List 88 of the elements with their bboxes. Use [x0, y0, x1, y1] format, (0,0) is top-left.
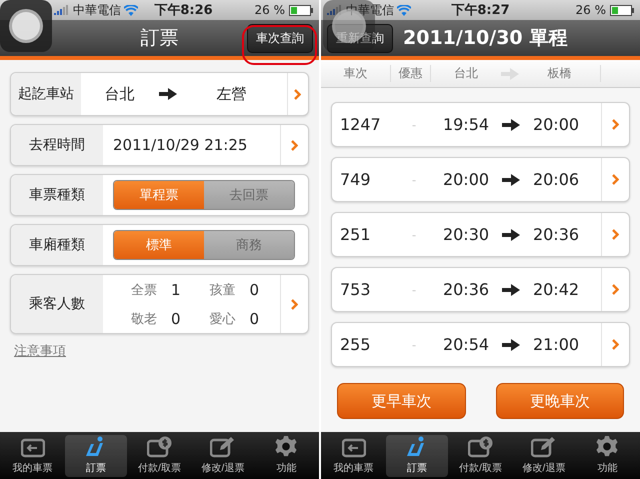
destination-station: 左營: [216, 84, 248, 104]
battery-icon: [610, 4, 634, 16]
arrival-time: 20:00: [532, 115, 580, 134]
assistive-touch-icon[interactable]: [0, 0, 52, 52]
tab-bar-item[interactable]: 付款/取票: [128, 435, 190, 477]
train-card[interactable]: 753 - 20:36 20:42: [331, 267, 630, 312]
arrow-icon: [502, 338, 520, 350]
carrier-name: 中華電信: [73, 2, 121, 18]
carrier-name: 中華電信: [346, 2, 394, 18]
train-number: 753: [339, 280, 372, 299]
screen-title: 訂票: [140, 26, 178, 51]
train-number: 1247: [339, 115, 382, 134]
tab-bar-item[interactable]: 修改/退票: [513, 435, 575, 477]
arrival-time: 20:42: [532, 280, 580, 299]
column-heading: 車次: [321, 65, 391, 82]
ticket-icon: [342, 438, 366, 458]
payment-icon: [468, 436, 494, 458]
tab-bar-item[interactable]: 訂票: [386, 435, 448, 477]
battery-level: 26 %: [254, 3, 285, 17]
search-again-button[interactable]: 重新查詢: [327, 24, 393, 52]
column-heading: 優惠: [391, 65, 431, 82]
discount-value: -: [410, 228, 418, 242]
passenger-type: 全票: [131, 282, 157, 298]
arrow-icon: [502, 228, 520, 240]
field-label: 乘客人數: [11, 275, 103, 333]
discount-value: -: [410, 172, 418, 186]
payment-icon: [146, 436, 173, 458]
battery-level: 26 %: [576, 3, 606, 17]
arrow-icon: [502, 174, 520, 186]
passenger-count: 0: [250, 310, 260, 328]
departure-time: 20:54: [442, 335, 490, 354]
train-card[interactable]: 255 - 20:54 21:00: [331, 322, 630, 367]
passenger-type: 敬老: [131, 310, 157, 328]
origin-station: 台北: [104, 84, 136, 104]
departure-time: 20:00: [442, 170, 490, 189]
arrival-time: 21:00: [532, 335, 580, 354]
notes-link[interactable]: 注意事項: [14, 342, 66, 360]
arrow-icon: [502, 118, 520, 130]
tab-bar-item[interactable]: 功能: [256, 435, 318, 477]
column-heading: 板橋: [519, 65, 601, 82]
tab-bar-item[interactable]: 訂票: [65, 435, 127, 477]
settings-icon: [274, 435, 298, 458]
train-number: 255: [339, 335, 372, 354]
tab-bar-item[interactable]: 我的車票: [323, 435, 384, 477]
tab-bar-item[interactable]: 我的車票: [2, 435, 64, 477]
train-number: 251: [339, 225, 372, 244]
departure-time: 2011/10/29 21:25: [113, 136, 248, 154]
field-label: 車廂種類: [11, 225, 103, 265]
departure-time: 20:36: [442, 280, 490, 299]
settings-icon: [595, 435, 620, 458]
battery-icon: [289, 4, 313, 16]
arrow-icon: [502, 284, 520, 296]
train-card[interactable]: 251 - 20:30 20:36: [331, 212, 630, 257]
discount-value: -: [410, 282, 418, 296]
train-search-button[interactable]: 車次查詢: [247, 24, 313, 52]
discount-value: -: [410, 338, 418, 352]
tab-bar-item[interactable]: 功能: [576, 435, 638, 477]
column-heading: 台北: [453, 65, 479, 82]
ticket-icon: [20, 438, 45, 458]
passenger-count: 0: [171, 310, 181, 328]
arrival-time: 20:06: [532, 170, 580, 189]
passenger-type: 孩童: [210, 282, 236, 298]
tab-bar-item[interactable]: 付款/取票: [450, 435, 512, 477]
wifi-icon: [397, 4, 411, 16]
clock: 下午8:26: [154, 2, 213, 19]
field-label: 去程時間: [11, 125, 103, 165]
train-card[interactable]: 1247 - 19:54 20:00: [331, 102, 630, 147]
signal-icon: [54, 5, 70, 15]
screen-title: 2011/10/30 單程: [403, 26, 568, 51]
passenger-type: 愛心: [210, 310, 236, 328]
field-label: 起訖車站: [11, 73, 81, 115]
departure-time: 19:54: [442, 115, 490, 134]
discount-value: -: [410, 118, 418, 132]
departure-time: 20:30: [442, 225, 490, 244]
edit-icon: [210, 436, 236, 458]
wifi-icon: [124, 4, 138, 16]
arrow-icon: [158, 88, 177, 100]
tab-bar-item[interactable]: 修改/退票: [192, 435, 254, 477]
passenger-count: 1: [171, 280, 181, 298]
arrow-icon: [501, 68, 519, 80]
passenger-count: 0: [250, 280, 260, 298]
signal-icon: [327, 5, 343, 15]
train-card[interactable]: 749 - 20:00 20:06: [331, 157, 630, 202]
arrival-time: 20:36: [532, 225, 580, 244]
edit-icon: [530, 436, 557, 458]
clock: 下午8:27: [451, 2, 510, 19]
train-number: 749: [339, 170, 372, 189]
field-label: 車票種類: [11, 175, 103, 215]
